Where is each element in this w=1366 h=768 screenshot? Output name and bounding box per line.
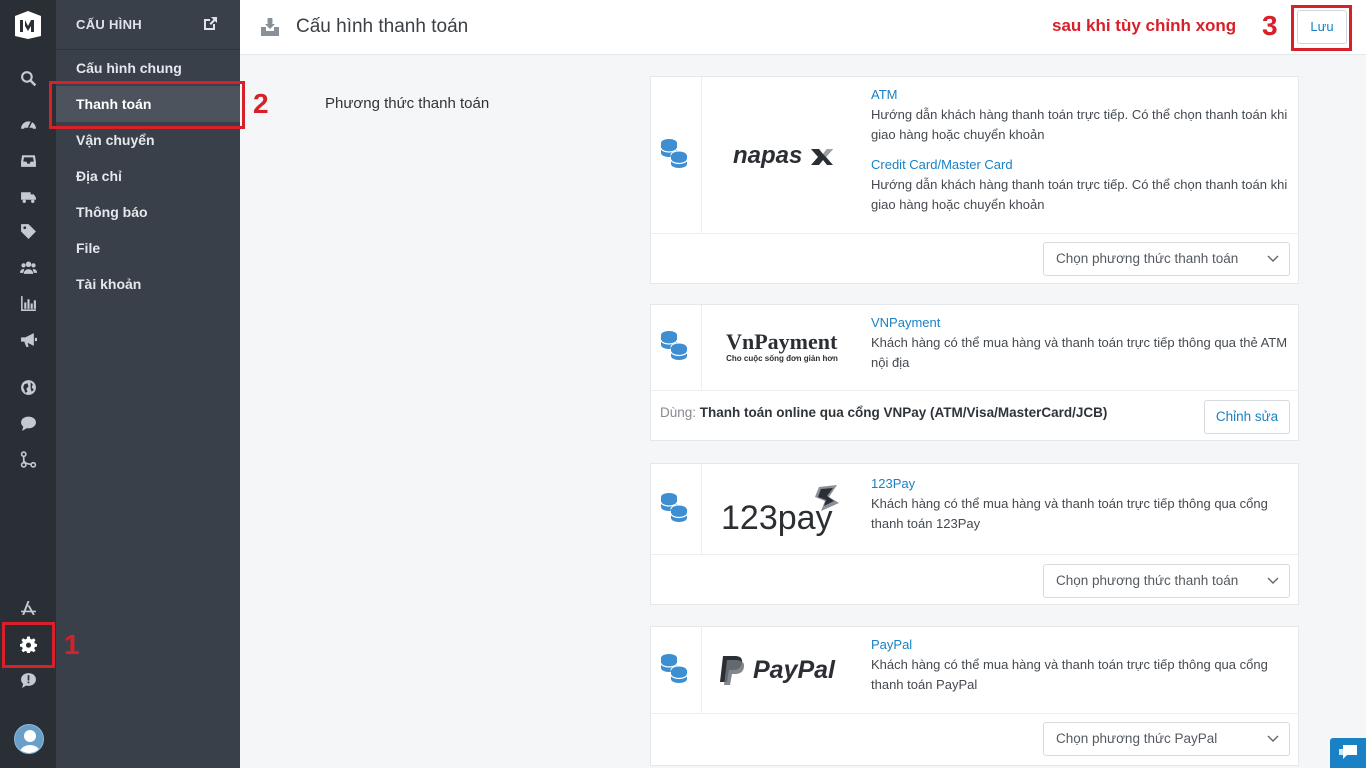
method-description: PayPal Khách hàng có thể mua hàng và tha… [871,635,1290,695]
method-name[interactable]: 123Pay [871,474,1290,494]
database-icon [659,491,689,523]
payment-method-select[interactable]: Chọn phương thức PayPal [1043,722,1290,756]
icon-rail [0,0,56,768]
vnpayment-logo-sub: Cho cuộc sống đơn giản hơn [726,353,838,363]
method-description: 123Pay Khách hàng có thể mua hàng và tha… [871,474,1290,534]
used-prefix: Dùng: [660,405,697,420]
sidebar-item-account[interactable]: Tài khoản [56,266,240,302]
chat-widget-button[interactable] [1330,738,1366,768]
section-label: Phương thức thanh toán [325,95,490,112]
config-sidebar: CẤU HÌNH Cấu hình chung Thanh toán Vận c… [56,0,240,768]
chevron-down-icon [1267,577,1279,584]
sidebar-item-general[interactable]: Cấu hình chung [56,50,240,86]
flow-icon[interactable] [16,448,40,470]
sidebar-item-payment[interactable]: Thanh toán [56,86,240,122]
method-text: Hướng dẫn khách hàng thanh toán trực tiế… [871,177,1288,212]
method-name[interactable]: Credit Card/Master Card [871,155,1290,175]
payment-card-vnpayment: VnPayment Cho cuộc sống đơn giản hơn VNP… [650,304,1299,441]
database-icon [659,652,689,684]
method-name[interactable]: VNPayment [871,313,1290,333]
avatar-icon [19,730,41,753]
external-link-icon[interactable] [202,16,218,32]
chat-icon [1339,745,1357,759]
annotation-number-3: 3 [1262,10,1278,41]
truck-icon[interactable] [16,185,40,207]
method-text: Khách hàng có thể mua hàng và thanh toán… [871,496,1268,531]
method-description: VNPayment Khách hàng có thể mua hàng và … [871,313,1290,373]
vnpayment-logo: VnPayment Cho cuộc sống đơn giản hơn [702,305,862,390]
method-text: Khách hàng có thể mua hàng và thanh toán… [871,335,1288,370]
payment-method-select[interactable]: Chọn phương thức thanh toán [1043,564,1290,598]
chart-icon[interactable] [16,292,40,314]
annotation-number-2: 2 [253,88,269,119]
sidebar-item-shipping[interactable]: Vận chuyển [56,122,240,158]
method-description: ATM Hướng dẫn khách hàng thanh toán trực… [871,85,1290,215]
method-name[interactable]: ATM [871,85,1290,105]
database-icon [659,329,689,361]
edit-button[interactable]: Chỉnh sửa [1204,400,1290,434]
select-value: Chọn phương thức PayPal [1056,731,1218,746]
database-icon [659,137,689,169]
method-text: Khách hàng có thể mua hàng và thanh toán… [871,657,1268,692]
sidebar-title: CẤU HÌNH [76,17,142,32]
megaphone-icon[interactable] [16,328,40,350]
users-icon[interactable] [16,256,40,278]
chevron-down-icon [1267,255,1279,262]
sidebar-header: CẤU HÌNH [56,0,240,50]
search-icon[interactable] [16,67,40,89]
paypal-logo: PayPal [702,627,862,713]
avatar[interactable] [14,724,44,754]
123pay-logo: 123pay [702,464,862,554]
payment-card-napas: napas ATM Hướng dẫn khách hàng thanh toá… [650,76,1299,284]
svg-text:123pay: 123pay [721,499,833,537]
tag-icon[interactable] [16,220,40,242]
svg-text:napas: napas [733,142,802,169]
method-text: Hướng dẫn khách hàng thanh toán trực tiế… [871,107,1288,142]
used-value: Thanh toán online qua cổng VNPay (ATM/Vi… [699,405,1108,420]
inbox-icon[interactable] [16,149,40,171]
chevron-down-icon [1267,735,1279,742]
alert-icon[interactable] [16,669,40,691]
annotation-note: sau khi tùy chỉnh xong [1052,16,1237,35]
select-value: Chọn phương thức thanh toán [1056,573,1239,588]
app-store-icon[interactable] [16,597,40,619]
chat-icon[interactable] [16,412,40,434]
gear-icon[interactable] [16,633,40,655]
method-name[interactable]: PayPal [871,635,1290,655]
logo-icon[interactable] [12,10,44,40]
sidebar-item-file[interactable]: File [56,230,240,266]
select-value: Chọn phương thức thanh toán [1056,251,1239,266]
svg-text:PayPal: PayPal [753,656,836,684]
payment-card-paypal: PayPal PayPal Khách hàng có thể mua hàng… [650,626,1299,766]
napas-logo: napas [702,77,862,233]
used-method: Dùng: Thanh toán online qua cổng VNPay (… [660,405,1107,420]
vnpayment-logo-text: VnPayment [726,328,838,354]
page-title: Cấu hình thanh toán [296,16,469,37]
dashboard-icon[interactable] [16,113,40,135]
sidebar-item-address[interactable]: Địa chỉ [56,158,240,194]
payment-card-123pay: 123pay 123Pay Khách hàng có thể mua hàng… [650,463,1299,605]
payment-method-select[interactable]: Chọn phương thức thanh toán [1043,242,1290,276]
sidebar-item-notification[interactable]: Thông báo [56,194,240,230]
globe-icon[interactable] [16,376,40,398]
payment-settings-icon [260,17,280,37]
save-button[interactable]: Lưu [1297,10,1347,44]
annotation-number-1: 1 [64,629,80,660]
